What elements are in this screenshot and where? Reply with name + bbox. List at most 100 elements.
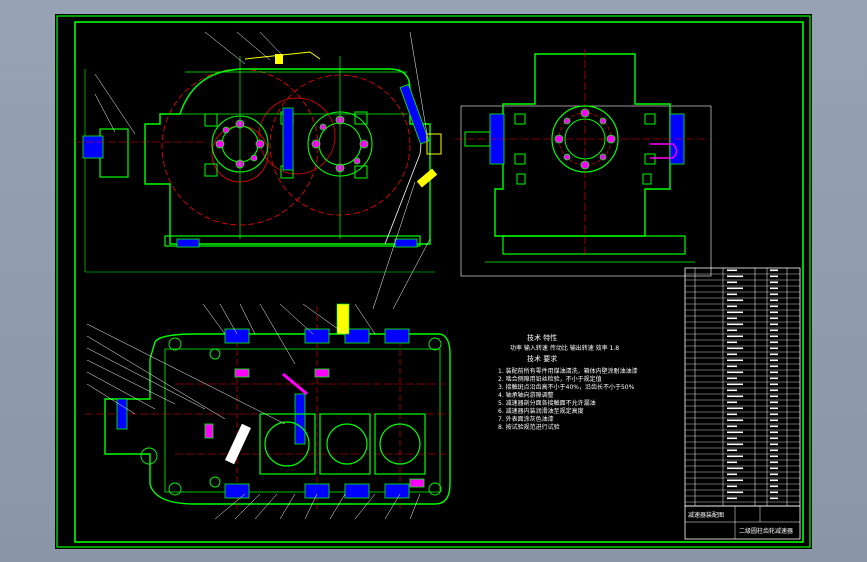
- parts-list-entry-mark: [770, 275, 778, 278]
- parts-list-entry-mark: [727, 449, 737, 452]
- parts-list-entry-mark: [770, 269, 778, 272]
- parts-list-entry-mark: [770, 497, 778, 500]
- parts-list-entry-mark: [727, 443, 743, 446]
- req-line-3: 3. 接触斑点沿齿高不小于40%，沿齿长不小于50%: [498, 383, 635, 391]
- parts-list-entry-mark: [727, 425, 737, 428]
- parts-list-entry-mark: [727, 287, 743, 290]
- req-line-7: 7. 外表面涂灰色油漆: [498, 415, 554, 423]
- plan-view: [85, 303, 451, 520]
- parts-list-entry-mark: [770, 347, 778, 350]
- parts-list-entry-mark: [727, 431, 743, 434]
- parts-list-entry-mark: [727, 491, 743, 494]
- parts-list-entry-mark: [770, 479, 778, 482]
- drawing-canvas: 技术 特性 功率 输入转速 传动比 输出转速 效率 1.8 技术 要求 1. 装…: [56, 15, 811, 548]
- parts-list-entry-mark: [770, 413, 778, 416]
- parts-list-entry-mark: [770, 473, 778, 476]
- parts-list-entry-mark: [727, 305, 737, 308]
- parts-list-entry-mark: [770, 305, 778, 308]
- parts-list-entry-mark: [727, 497, 737, 500]
- parts-list-entry-mark: [727, 383, 743, 386]
- parts-list-entry-mark: [770, 365, 778, 368]
- parts-list-entry-mark: [770, 329, 778, 332]
- technical-notes: 技术 特性 功率 输入转速 传动比 输出转速 效率 1.8 技术 要求 1. 装…: [498, 333, 638, 431]
- parts-list-entry-mark: [727, 395, 743, 398]
- parts-list-entry-mark: [770, 311, 778, 314]
- parts-list-entry-mark: [727, 467, 743, 470]
- parts-list-entry-mark: [727, 317, 737, 320]
- drawing-sheet[interactable]: 技术 特性 功率 输入转速 传动比 输出转速 效率 1.8 技术 要求 1. 装…: [55, 14, 812, 549]
- parts-list-entry-mark: [727, 473, 737, 476]
- parts-list-entry-mark: [770, 491, 778, 494]
- parts-list-entry-mark: [727, 407, 743, 410]
- parts-list-entry-mark: [770, 467, 778, 470]
- parts-list-entry-mark: [770, 317, 778, 320]
- parts-list-entry-mark: [727, 347, 743, 350]
- parts-list-entry-mark: [727, 401, 737, 404]
- parts-list-entry-mark: [770, 323, 778, 326]
- parts-list-entry-mark: [770, 455, 778, 458]
- parts-list-entry-mark: [770, 419, 778, 422]
- parts-list-entry-mark: [727, 413, 737, 416]
- parts-list-entry-mark: [770, 299, 778, 302]
- req-line-6: 6. 减速器内装润滑油至规定高度: [498, 407, 584, 415]
- parts-list-entry-mark: [770, 485, 778, 488]
- parts-list-entry-mark: [770, 353, 778, 356]
- tech-title: 技术 特性: [527, 333, 557, 342]
- parts-list-entry-mark: [727, 341, 737, 344]
- parts-list-entry-mark: [770, 371, 778, 374]
- title-block: 减速器装配图 二级圆柱齿轮减速器: [684, 505, 801, 540]
- title-block-right: 二级圆柱齿轮减速器: [739, 527, 793, 535]
- parts-list-entry-mark: [770, 407, 778, 410]
- parts-list-entry-mark: [770, 359, 778, 362]
- parts-list-entry-mark: [770, 395, 778, 398]
- req-line-1: 1. 装配前所有零件用煤油清洗，箱体内壁涂耐油油漆: [498, 367, 638, 375]
- parts-list-entry-mark: [727, 311, 743, 314]
- side-view: [455, 49, 712, 277]
- parts-list-entry-mark: [727, 281, 737, 284]
- parts-list-entry-mark: [727, 275, 743, 278]
- parts-list-entry-mark: [770, 281, 778, 284]
- parts-list-entry-mark: [727, 293, 737, 296]
- parts-list-entry-mark: [770, 449, 778, 452]
- parts-list-entry-mark: [770, 293, 778, 296]
- parts-list-entry-mark: [727, 419, 743, 422]
- parts-list-entry-mark: [727, 299, 743, 302]
- parts-list: [684, 267, 801, 507]
- req-line-2: 2. 啮合侧隙用铅丝检验，不小于规定值: [498, 375, 602, 383]
- req-line-4: 4. 轴承轴向游隙调整: [498, 391, 554, 399]
- parts-list-entry-mark: [770, 461, 778, 464]
- req-line-5: 5. 减速器剖分面各接触面不允许漏油: [498, 399, 596, 407]
- req-title: 技术 要求: [527, 354, 557, 363]
- req-line-8: 8. 按试验规范进行试验: [498, 423, 560, 431]
- parts-list-entry-mark: [770, 401, 778, 404]
- parts-list-entry-mark: [727, 365, 737, 368]
- parts-list-entry-mark: [770, 377, 778, 380]
- parts-list-entry-mark: [727, 329, 737, 332]
- parts-list-entry-mark: [727, 323, 743, 326]
- parts-list-entry-mark: [727, 353, 737, 356]
- parts-list-entry-mark: [770, 341, 778, 344]
- parts-list-entry-mark: [770, 383, 778, 386]
- parts-list-entry-mark: [770, 335, 778, 338]
- parts-list-entry-mark: [727, 461, 737, 464]
- parts-list-entry-mark: [727, 335, 743, 338]
- parts-list-entry-mark: [770, 425, 778, 428]
- tech-spec-line: 功率 输入转速 传动比 输出转速 效率 1.8: [510, 344, 619, 352]
- parts-list-entry-mark: [727, 437, 737, 440]
- parts-list-entry-mark: [727, 389, 737, 392]
- parts-list-entry-mark: [727, 377, 737, 380]
- parts-list-entry-mark: [727, 455, 743, 458]
- parts-list-entry-mark: [770, 431, 778, 434]
- parts-list-entry-mark: [727, 269, 737, 272]
- parts-list-entry-mark: [770, 443, 778, 446]
- inner-frame: [74, 21, 804, 543]
- parts-list-entry-mark: [727, 371, 743, 374]
- parts-list-entry-mark: [727, 485, 737, 488]
- cad-viewport[interactable]: 技术 特性 功率 输入转速 传动比 输出转速 效率 1.8 技术 要求 1. 装…: [0, 0, 867, 562]
- parts-list-entry-mark: [770, 287, 778, 290]
- parts-list-entry-mark: [727, 479, 743, 482]
- outer-border: [56, 15, 811, 548]
- front-view: [75, 31, 442, 310]
- title-block-left: 减速器装配图: [688, 511, 724, 519]
- parts-list-entry-mark: [770, 437, 778, 440]
